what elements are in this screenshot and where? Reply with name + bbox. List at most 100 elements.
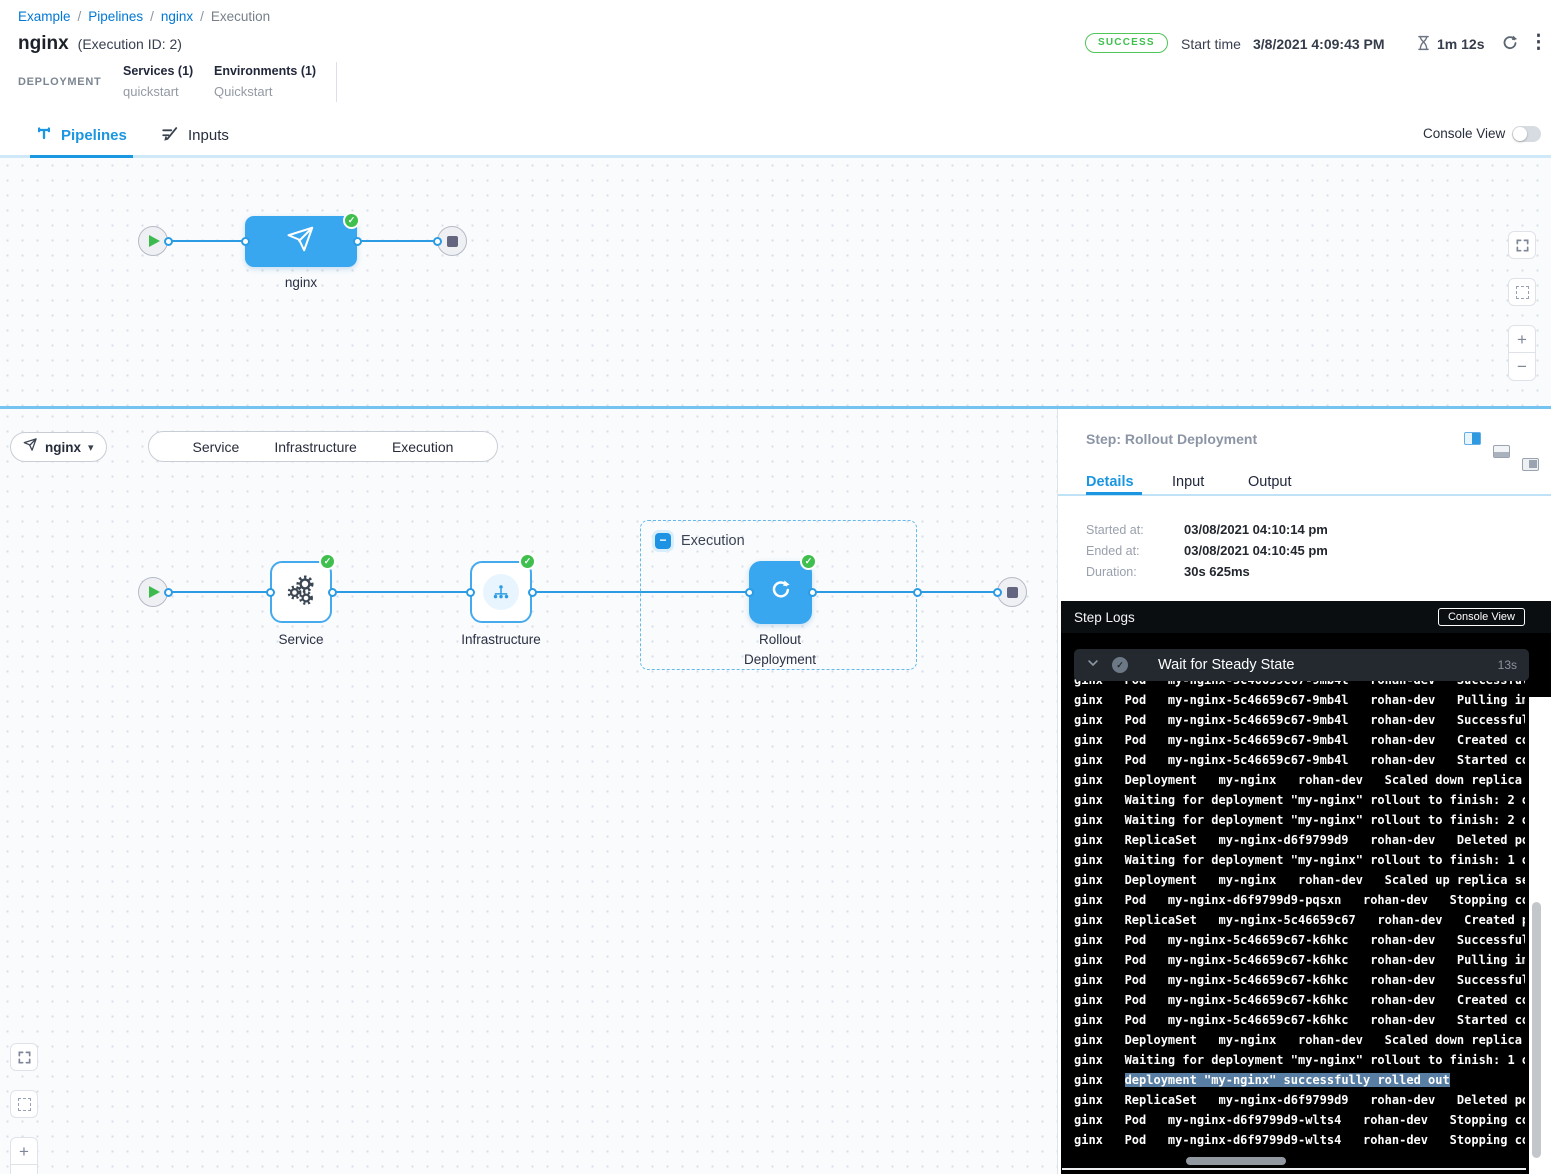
plus-icon: + — [19, 1143, 29, 1160]
chevron-down-icon[interactable] — [1086, 656, 1100, 675]
edge-port — [241, 237, 250, 246]
layout-panel-right-button[interactable] — [1522, 458, 1539, 471]
canvas-zoom-in-button[interactable]: + — [10, 1137, 38, 1165]
log-section-header[interactable]: ✓ Wait for Steady State 13s — [1074, 649, 1529, 681]
pipeline-canvas-top[interactable]: ✓ nginx + − — [0, 158, 1551, 406]
console-view-button[interactable]: Console View — [1438, 608, 1525, 626]
services-value: quickstart — [123, 84, 193, 99]
chevron-down-icon: ▾ — [88, 441, 94, 454]
log-line: ginx Pod my-nginx-5c46659c67-k6hkc rohan… — [1074, 970, 1525, 990]
console-view-label: Console View — [1423, 126, 1505, 141]
log-line: ginx Pod my-nginx-5c46659c67-k6hkc rohan… — [1074, 950, 1525, 970]
stage-tab-service[interactable]: Service — [193, 439, 240, 455]
log-line: ginx Waiting for deployment "my-nginx" r… — [1074, 1050, 1525, 1070]
breadcrumb: Example/Pipelines/nginx/Execution — [18, 9, 270, 24]
log-line: ginx Pod my-nginx-5c46659c67-9mb4l rohan… — [1074, 730, 1525, 750]
breadcrumb-link-example[interactable]: Example — [18, 9, 71, 24]
refresh-button[interactable] — [1500, 33, 1520, 58]
log-line: ginx ReplicaSet my-nginx-d6f9799d9 rohan… — [1074, 830, 1525, 850]
tab-pipelines-label: Pipelines — [61, 127, 127, 144]
step-node-rollout-deployment[interactable] — [749, 561, 812, 624]
pipelines-icon — [36, 124, 52, 146]
canvas-select-button[interactable] — [1508, 278, 1536, 306]
pipeline-edge — [332, 591, 470, 593]
stage-node-nginx[interactable] — [245, 216, 357, 267]
end-node[interactable] — [437, 226, 467, 256]
tab-input[interactable]: Input — [1172, 474, 1204, 490]
paper-plane-icon — [286, 224, 316, 259]
log-line: ginx Pod my-nginx-5c46659c67-k6hkc rohan… — [1074, 990, 1525, 1010]
log-line: ginx Pod my-nginx-5c46659c67-9mb4l rohan… — [1074, 750, 1525, 770]
log-line: ginx deployment "my-nginx" successfully … — [1074, 1070, 1525, 1090]
plus-icon: + — [1517, 331, 1527, 348]
end-node[interactable] — [997, 577, 1027, 607]
minus-icon: − — [19, 1170, 29, 1174]
log-line: ginx ReplicaSet my-nginx-d6f9799d9 rohan… — [1074, 1090, 1525, 1110]
tab-pipelines[interactable]: Pipelines — [36, 124, 127, 146]
tab-output[interactable]: Output — [1248, 474, 1292, 490]
edge-port — [745, 588, 754, 597]
canvas-zoom-out-button[interactable]: − — [1508, 353, 1536, 381]
step-success-icon: ✓ — [1112, 657, 1128, 673]
status-badge: SUCCESS — [1085, 33, 1168, 53]
layout-icon-fill — [1472, 433, 1480, 444]
pipeline-canvas-stage[interactable]: nginx ▾ Service Infrastructure Execution… — [0, 409, 1057, 1174]
stage-selector-dropdown[interactable]: nginx ▾ — [10, 432, 107, 462]
play-icon — [149, 586, 160, 598]
canvas-zoom-in-button[interactable]: + — [1508, 325, 1536, 353]
vertical-scrollbar-track[interactable] — [1529, 697, 1551, 1174]
start-time-value: 3/8/2021 4:09:43 PM — [1253, 36, 1385, 52]
canvas-fullscreen-button[interactable] — [1508, 231, 1536, 259]
stop-icon — [1007, 587, 1018, 598]
edge-port — [466, 588, 475, 597]
stage-tab-group: Service Infrastructure Execution — [148, 431, 498, 462]
stage-tab-infrastructure[interactable]: Infrastructure — [274, 439, 356, 455]
log-console[interactable]: ginx Pod my-nginx-5c46659c67-9mb4l rohan… — [1061, 633, 1551, 1174]
paper-plane-icon — [23, 437, 38, 457]
layout-split-right-button[interactable] — [1464, 432, 1481, 445]
breadcrumb-link-pipelines[interactable]: Pipelines — [88, 9, 143, 24]
success-check-badge: ✓ — [800, 553, 817, 570]
log-line: ginx Deployment my-nginx rohan-dev Scale… — [1074, 770, 1525, 790]
log-line: ginx Waiting for deployment "my-nginx" r… — [1074, 810, 1525, 830]
edge-port — [808, 588, 817, 597]
horizontal-scrollbar-thumb[interactable] — [1186, 1157, 1286, 1165]
more-options-button[interactable]: ⋮ — [1529, 33, 1548, 52]
canvas-fullscreen-button[interactable] — [10, 1043, 38, 1071]
console-bottom-edge — [1062, 1168, 1526, 1170]
step-node-label-infrastructure: Infrastructure — [421, 632, 581, 647]
step-node-infrastructure[interactable] — [470, 561, 532, 623]
vertical-scrollbar-thumb[interactable] — [1532, 902, 1541, 1158]
minus-icon: − — [1517, 358, 1527, 375]
canvas-zoom-out-button[interactable]: − — [10, 1165, 38, 1174]
gears-icon — [284, 573, 318, 612]
pipeline-edge — [160, 240, 245, 242]
tab-details[interactable]: Details — [1086, 474, 1134, 490]
detail-label: Started at: — [1086, 523, 1144, 537]
breadcrumb-separator: / — [150, 9, 154, 24]
stage-tab-execution[interactable]: Execution — [392, 439, 453, 455]
success-check-badge: ✓ — [519, 553, 536, 570]
canvas-select-button[interactable] — [10, 1090, 38, 1118]
log-line: ginx Waiting for deployment "my-nginx" r… — [1074, 790, 1525, 810]
breadcrumb-link-nginx[interactable]: nginx — [161, 9, 193, 24]
step-node-service[interactable] — [270, 561, 332, 623]
tab-inputs[interactable]: Inputs — [160, 124, 229, 147]
marquee-icon — [18, 1098, 31, 1111]
log-section-title: Wait for Steady State — [1158, 657, 1294, 673]
app-root: Example/Pipelines/nginx/Execution nginx … — [0, 0, 1551, 1174]
start-time-label: Start time — [1181, 36, 1241, 52]
log-line: ginx Pod my-nginx-d6f9799d9-wlts4 rohan-… — [1074, 1110, 1525, 1130]
layout-split-bottom-button[interactable] — [1493, 445, 1510, 458]
toggle-knob — [1513, 127, 1527, 141]
environments-label: Environments (1) — [214, 64, 316, 78]
console-view-toggle[interactable] — [1512, 126, 1541, 142]
page-title: nginx — [18, 33, 69, 55]
edge-port — [328, 588, 337, 597]
step-logs-label: Step Logs — [1074, 610, 1135, 625]
stage-selector-label: nginx — [45, 440, 81, 455]
play-icon — [149, 235, 160, 247]
log-line: ginx Pod my-nginx-5c46659c67-9mb4l rohan… — [1074, 690, 1525, 710]
success-check-badge: ✓ — [319, 553, 336, 570]
detail-value: 03/08/2021 04:10:45 pm — [1184, 543, 1328, 558]
